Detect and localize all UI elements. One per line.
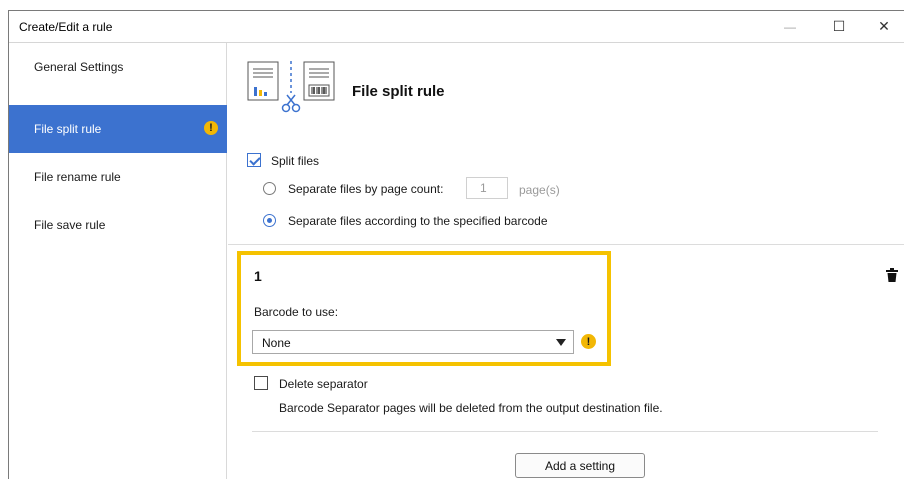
maximize-icon: ☐ [832, 18, 846, 34]
maximize-button[interactable]: ☐ [816, 11, 862, 42]
minimize-button[interactable]: — [767, 11, 813, 42]
barcode-radio-label: Separate files according to the specifie… [288, 214, 548, 228]
page-count-label: Separate files by page count: [288, 182, 444, 196]
page-title: File split rule [352, 83, 445, 100]
close-icon: ✕ [878, 18, 890, 34]
page-unit-label: page(s) [519, 183, 560, 197]
sidebar-item-file-save-rule[interactable]: File save rule [9, 201, 227, 249]
page-count-radio[interactable] [263, 182, 276, 195]
delete-separator-description: Barcode Separator pages will be deleted … [279, 401, 663, 415]
sidebar: General Settings File split rule ! File … [9, 43, 227, 479]
warning-icon: ! [204, 121, 218, 135]
window-title: Create/Edit a rule [19, 20, 113, 34]
split-files-checkbox[interactable] [247, 153, 261, 167]
main-panel: File split rule Split files Separate fil… [228, 43, 904, 479]
sidebar-item-file-rename-rule[interactable]: File rename rule [9, 153, 227, 201]
split-files-label: Split files [271, 154, 320, 168]
file-split-icon [247, 61, 335, 113]
dropdown-arrow-icon [556, 339, 566, 346]
sidebar-item-general-settings[interactable]: General Settings [9, 43, 227, 91]
delete-separator-label: Delete separator [279, 377, 368, 391]
sidebar-item-label: General Settings [34, 60, 124, 74]
delete-separator-checkbox[interactable] [254, 376, 268, 390]
sidebar-item-label: File split rule [34, 122, 102, 136]
divider [228, 244, 904, 245]
sidebar-item-label: File save rule [34, 218, 106, 232]
minimize-icon: — [784, 19, 796, 34]
barcode-select[interactable]: None [252, 330, 574, 354]
close-button[interactable]: ✕ [861, 11, 904, 42]
title-bar: Create/Edit a rule — ☐ ✕ [9, 11, 904, 43]
barcode-select-value: None [262, 336, 291, 350]
page-count-input[interactable]: 1 [466, 177, 508, 199]
trash-icon[interactable] [886, 268, 898, 282]
barcode-to-use-label: Barcode to use: [254, 305, 339, 319]
barcode-radio[interactable] [263, 214, 276, 227]
dialog-window: Create/Edit a rule — ☐ ✕ General Setting… [8, 10, 904, 479]
add-setting-button[interactable]: Add a setting [515, 453, 645, 478]
divider [252, 431, 878, 432]
warning-icon: ! [581, 334, 596, 349]
sidebar-item-file-split-rule[interactable]: File split rule ! [9, 105, 227, 153]
sidebar-item-label: File rename rule [34, 170, 121, 184]
setting-number: 1 [254, 268, 262, 284]
